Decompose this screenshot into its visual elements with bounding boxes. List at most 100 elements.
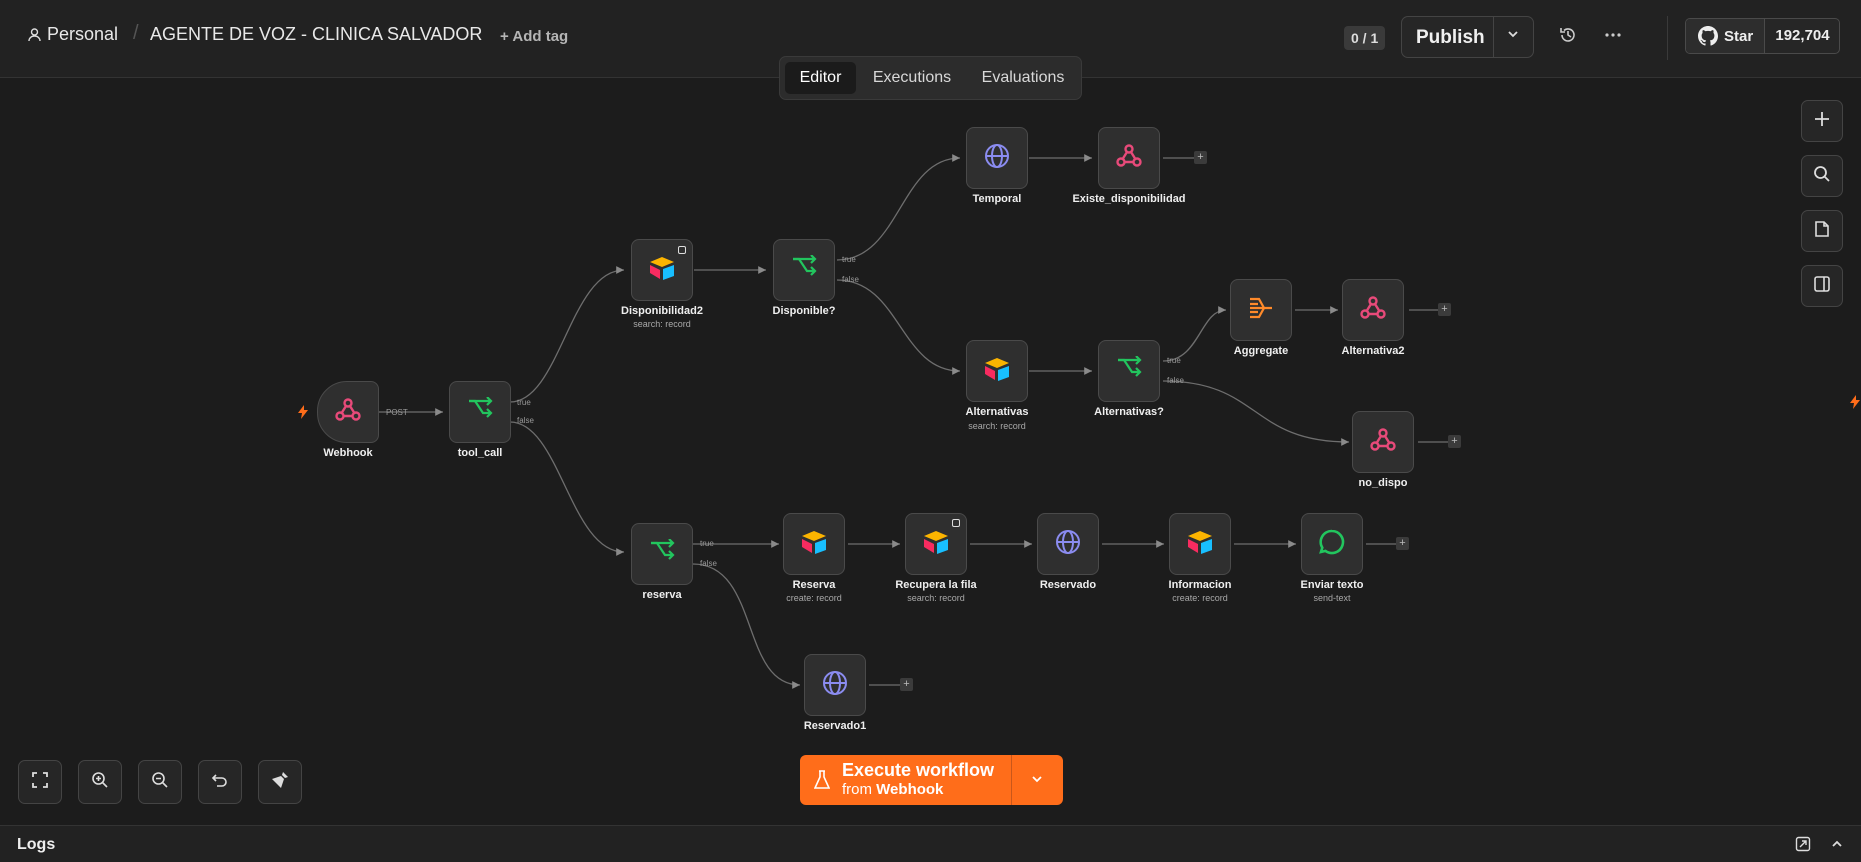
port-true-label: true — [700, 539, 714, 548]
node-alternativas[interactable] — [966, 340, 1028, 402]
if-icon — [1115, 354, 1143, 387]
zoom-in-icon — [91, 771, 109, 794]
github-star-button[interactable]: Star 192,704 — [1685, 18, 1840, 54]
port-true-label: true — [1167, 356, 1181, 365]
zoom-out-button[interactable] — [138, 760, 182, 804]
node-no-dispo-label: no_dispo — [1358, 477, 1408, 489]
zoom-out-icon — [151, 771, 169, 794]
node-alternativas-if-label: Alternativas? — [1094, 406, 1164, 418]
if-icon — [790, 253, 818, 286]
node-aggregate[interactable] — [1230, 279, 1292, 341]
breadcrumb-project-label: Personal — [47, 24, 119, 44]
node-existe-disponibilidad[interactable] — [1098, 127, 1160, 189]
execute-trigger-name: Webhook — [876, 781, 944, 798]
if-icon — [466, 395, 494, 428]
workflow-title[interactable]: AGENTE DE VOZ - CLINICA SALVADOR — [150, 24, 482, 45]
history-icon[interactable] — [1557, 24, 1579, 46]
github-star-label: Star — [1724, 27, 1754, 45]
if-icon — [648, 537, 676, 570]
pop-out-icon[interactable] — [1795, 836, 1811, 857]
node-webhook[interactable] — [317, 381, 379, 443]
node-alternativa2-label: Alternativa2 — [1341, 345, 1405, 357]
webhook-icon — [1359, 294, 1387, 327]
add-node-plus-icon[interactable]: + — [1194, 151, 1207, 164]
port-false-label: false — [517, 416, 534, 425]
logs-panel-bar[interactable]: Logs — [0, 825, 1861, 862]
node-tool-call[interactable] — [449, 381, 511, 443]
sticky-note-button[interactable] — [1801, 210, 1843, 252]
node-temporal[interactable] — [966, 127, 1028, 189]
chevron-down-icon[interactable] — [1506, 27, 1520, 46]
add-node-plus-icon[interactable]: + — [1448, 435, 1461, 448]
search-nodes-button[interactable] — [1801, 155, 1843, 197]
execute-workflow-button[interactable]: Execute workflow from Webhook — [800, 755, 1063, 805]
add-node-plus-icon[interactable]: + — [1438, 303, 1451, 316]
tidy-up-button[interactable] — [258, 760, 302, 804]
workflow-canvas[interactable]: Webhook POST tool_call true false Dispon… — [0, 79, 1861, 824]
node-reserva[interactable] — [783, 513, 845, 575]
port-post-label: POST — [386, 408, 408, 417]
node-reserva-if[interactable] — [631, 523, 693, 585]
logs-label: Logs — [17, 836, 56, 853]
chat-bubble-icon — [1319, 529, 1345, 560]
port-false-label: false — [700, 559, 717, 568]
breadcrumb-separator: / — [133, 22, 139, 44]
aggregate-icon — [1247, 296, 1275, 325]
chevron-down-icon[interactable] — [1030, 772, 1044, 791]
sticky-note-icon — [1813, 220, 1831, 243]
node-enviar-sub: send-text — [1313, 593, 1351, 603]
globe-icon — [984, 143, 1010, 174]
webhook-icon — [1369, 426, 1397, 459]
version-counter: 0 / 1 — [1344, 26, 1386, 50]
node-alternativa2[interactable] — [1342, 279, 1404, 341]
header-divider — [1667, 16, 1668, 60]
airtable-icon — [1186, 530, 1214, 559]
globe-icon — [822, 670, 848, 701]
pin-badge-icon — [678, 246, 686, 254]
node-reservado[interactable] — [1037, 513, 1099, 575]
node-reservado1[interactable] — [804, 654, 866, 716]
lightning-icon-edge — [1850, 395, 1860, 414]
user-icon — [28, 27, 41, 42]
globe-icon — [1055, 529, 1081, 560]
toggle-panel-button[interactable] — [1801, 265, 1843, 307]
execute-from-label: from Webhook — [842, 781, 944, 798]
add-tag-button[interactable]: + Add tag — [500, 28, 568, 45]
more-options-icon[interactable] — [1602, 24, 1624, 46]
search-icon — [1813, 165, 1831, 188]
fit-view-button[interactable] — [18, 760, 62, 804]
fullscreen-icon — [31, 771, 49, 794]
node-enviar-texto[interactable] — [1301, 513, 1363, 575]
add-node-plus-icon[interactable]: + — [900, 678, 913, 691]
node-alternativas-if[interactable] — [1098, 340, 1160, 402]
add-node-plus-icon[interactable]: + — [1396, 537, 1409, 550]
webhook-icon — [334, 396, 362, 429]
node-disponible[interactable] — [773, 239, 835, 301]
edge-toolcall-reserva — [509, 421, 625, 556]
port-true-label: true — [842, 255, 856, 264]
publish-button[interactable]: Publish — [1416, 27, 1485, 49]
publish-divider — [1493, 17, 1494, 57]
airtable-icon — [648, 256, 676, 285]
node-recupera-sub: search: record — [907, 593, 965, 603]
airtable-icon — [983, 357, 1011, 386]
github-star-left: Star — [1686, 19, 1764, 53]
undo-button[interactable] — [198, 760, 242, 804]
node-no-dispo[interactable] — [1352, 411, 1414, 473]
sidebar-panel-icon — [1813, 275, 1831, 298]
node-informacion[interactable] — [1169, 513, 1231, 575]
node-disponibilidad2-sub: search: record — [633, 319, 691, 329]
broom-icon — [270, 770, 290, 795]
github-icon — [1698, 26, 1718, 46]
execute-workflow-label: Execute workflow — [842, 760, 995, 780]
node-disponible-label: Disponible? — [772, 305, 836, 317]
publish-button-group: Publish — [1401, 16, 1534, 58]
breadcrumb-project[interactable]: Personal — [28, 24, 118, 45]
node-alternativas-sub: search: record — [968, 421, 1026, 431]
webhook-icon — [1115, 142, 1143, 175]
chevron-up-icon[interactable] — [1830, 837, 1844, 856]
airtable-icon — [800, 530, 828, 559]
add-node-button[interactable] — [1801, 100, 1843, 142]
edge-toolcall-disponibilidad2 — [509, 266, 625, 403]
zoom-in-button[interactable] — [78, 760, 122, 804]
